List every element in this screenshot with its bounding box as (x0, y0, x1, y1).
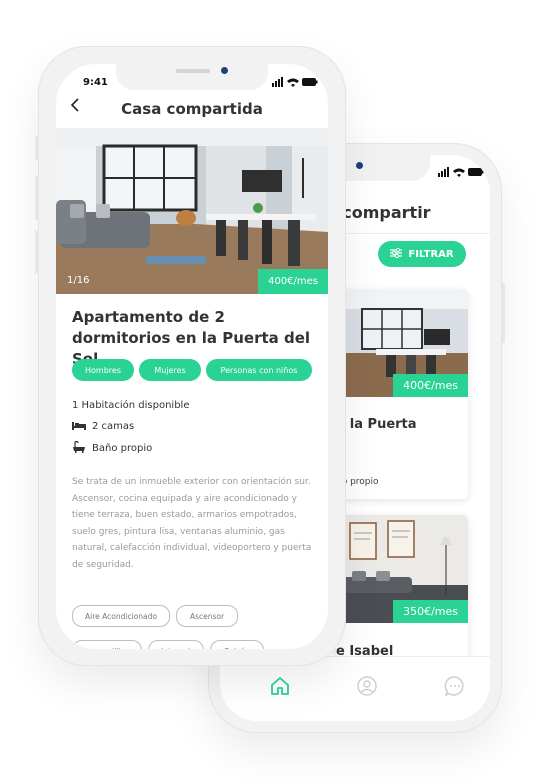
image-counter: 1/16 (67, 275, 90, 286)
chip-personas-con-ninos[interactable]: Personas con niños (206, 359, 312, 381)
rooms-text: 1 Habitación disponible (72, 400, 190, 411)
listing-photo: 400€/mes (336, 289, 468, 397)
front-phone-screen: 9:41 Casa compartida 1/16 400€/mes Apart… (56, 64, 328, 649)
chat-icon[interactable] (444, 675, 466, 697)
amenity-tag[interactable]: Internet (148, 640, 204, 649)
sliders-icon (390, 247, 403, 261)
front-camera (356, 162, 363, 169)
volume-up-button (35, 176, 39, 220)
price-tag: 400€/mes (258, 269, 328, 294)
listing-photo-carousel[interactable]: 1/16 400€/mes (56, 128, 328, 294)
amenity-tag[interactable]: Ascensor (176, 605, 238, 627)
volume-down-button (35, 230, 39, 274)
front-camera (221, 67, 228, 74)
price-tag: 400€/mes (393, 374, 468, 397)
bath-text: Baño propio (92, 443, 153, 454)
listing-description: Se trata de un inmueble exterior con ori… (72, 477, 312, 570)
mute-switch (35, 136, 39, 160)
listing-title: n la Puerta (336, 417, 417, 432)
amenity-tag[interactable]: Lavavajillas (72, 640, 142, 649)
speaker (176, 69, 210, 73)
chip-hombres[interactable]: Hombres (72, 359, 134, 381)
price-tag: 350€/mes (393, 600, 468, 623)
beds-text: 2 camas (92, 421, 135, 432)
notch (116, 64, 268, 90)
home-icon[interactable] (269, 675, 291, 697)
beds-info: 2 camas (72, 420, 134, 433)
bed-icon (72, 420, 86, 433)
amenity-tag[interactable]: Aire Acondicionado (72, 605, 170, 627)
chip-mujeres[interactable]: Mujeres (139, 359, 201, 381)
amenity-tag[interactable]: Balcón (210, 640, 264, 649)
bathtub-icon (72, 440, 86, 456)
listing-card[interactable]: 400€/mes (336, 289, 468, 499)
status-icons (272, 77, 318, 90)
power-button (501, 283, 505, 343)
status-icons (438, 167, 484, 180)
filter-label: FILTRAR (408, 248, 454, 260)
filter-button[interactable]: FILTRAR (378, 241, 466, 267)
listing-photo: 350€/mes (336, 515, 468, 623)
page-title: Casa compartida (121, 100, 263, 118)
front-phone-frame: 9:41 Casa compartida 1/16 400€/mes Apart… (35, 46, 346, 666)
rooms-available: 1 Habitación disponible (72, 400, 189, 411)
bath-info: Baño propio (72, 440, 153, 456)
profile-icon[interactable] (356, 675, 378, 697)
status-time: 9:41 (83, 77, 108, 88)
listing-card[interactable]: 350€/mes (336, 515, 468, 665)
